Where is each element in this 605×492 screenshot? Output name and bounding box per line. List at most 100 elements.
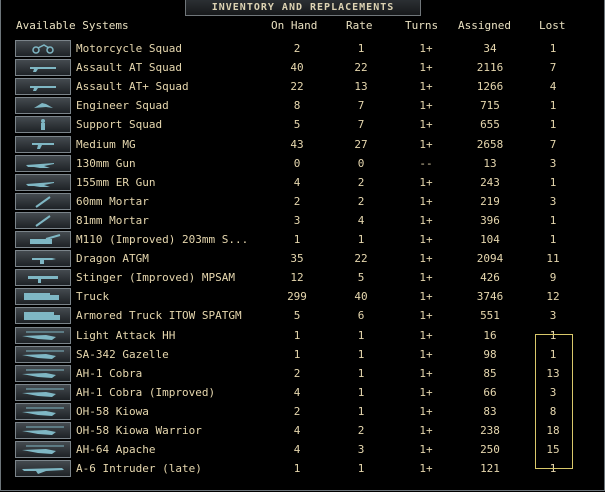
system-row[interactable]: Assault AT Squad 40 22 1+ 2116 7 (0, 58, 605, 77)
system-row[interactable]: AH-64 Apache 4 3 1+ 250 15 (0, 440, 605, 459)
lost-value: 3 (549, 194, 557, 208)
turns-value: 1+ (419, 404, 433, 418)
assigned-value: 3746 (476, 290, 504, 304)
assigned-value: 2094 (476, 252, 504, 266)
col-assigned: Assigned (458, 19, 511, 32)
col-available-systems: Available Systems (16, 19, 129, 32)
assigned-value: 85 (483, 366, 497, 380)
system-row[interactable]: 155mm ER Gun 4 2 1+ 243 1 (0, 173, 605, 192)
armored-truck-icon[interactable] (15, 307, 71, 325)
system-row[interactable]: OH-58 Kiowa 2 1 1+ 83 8 (0, 402, 605, 421)
lost-value: 1 (549, 99, 557, 113)
assigned-value: 34 (483, 42, 497, 55)
system-row[interactable]: AH-1 Cobra (Improved) 4 1 1+ 66 3 (0, 383, 605, 402)
mortar-icon[interactable] (15, 192, 71, 210)
helicopter-icon[interactable] (15, 364, 71, 382)
assigned-value: 243 (480, 175, 500, 189)
helicopter-icon[interactable] (15, 441, 71, 459)
system-row[interactable]: Engineer Squad 8 7 1+ 715 1 (0, 96, 605, 115)
system-row[interactable]: 81mm Mortar 3 4 1+ 396 1 (0, 211, 605, 230)
helicopter-icon[interactable] (15, 326, 71, 344)
turns-value: 1+ (419, 328, 433, 342)
turns-value: 1+ (419, 99, 433, 113)
system-row[interactable]: A-6 Intruder (late) 1 1 1+ 121 1 (0, 459, 605, 478)
on-hand-value: 4 (293, 424, 301, 437)
system-row[interactable]: Assault AT+ Squad 22 13 1+ 1266 4 (0, 77, 605, 96)
rate-value: 1 (357, 347, 365, 361)
assigned-value: 13 (483, 156, 497, 170)
lost-value: 7 (549, 137, 557, 151)
system-row[interactable]: Light Attack HH 1 1 1+ 16 1 (0, 326, 605, 345)
helicopter-icon[interactable] (15, 383, 71, 401)
lost-highlight-box (535, 334, 573, 469)
on-hand-value: 3 (293, 213, 301, 227)
system-row[interactable]: SA-342 Gazelle 1 1 1+ 98 1 (0, 345, 605, 364)
turns-value: 1+ (419, 443, 433, 457)
system-row[interactable]: 130mm Gun 0 0 -- 13 3 (0, 154, 605, 173)
helicopter-icon[interactable] (15, 402, 71, 420)
system-row[interactable]: Stinger (Improved) MPSAM 12 5 1+ 426 9 (0, 268, 605, 287)
lost-value: 1 (549, 175, 557, 189)
motorcycle-icon[interactable] (15, 40, 71, 57)
turns-value: 1+ (419, 290, 433, 304)
rifle-icon[interactable] (15, 59, 71, 77)
on-hand-value: 1 (293, 233, 301, 246)
system-row[interactable]: OH-58 Kiowa Warrior 4 2 1+ 238 18 (0, 421, 605, 440)
system-row[interactable]: Motorcycle Squad 2 1 1+ 34 1 (0, 39, 605, 58)
on-hand-value: 4 (293, 175, 301, 189)
mortar-icon[interactable] (15, 211, 71, 229)
rate-value: 2 (357, 194, 365, 208)
helicopter-icon[interactable] (15, 422, 71, 439)
atgm-icon[interactable] (15, 250, 71, 268)
rate-value: 1 (357, 328, 365, 342)
helicopter-icon[interactable] (15, 345, 71, 363)
system-row[interactable]: AH-1 Cobra 2 1 1+ 85 13 (0, 364, 605, 383)
assigned-value: 2116 (476, 61, 504, 75)
window-title: INVENTORY AND REPLACEMENTS (185, 0, 421, 16)
lost-value: 1 (549, 233, 557, 246)
assigned-value: 250 (480, 443, 500, 457)
turns-value: 1+ (419, 42, 433, 55)
on-hand-value: 22 (290, 80, 304, 94)
turns-value: 1+ (419, 80, 433, 94)
on-hand-value: 4 (293, 443, 301, 457)
assigned-value: 16 (483, 328, 497, 342)
system-name: SA-342 Gazelle (76, 347, 169, 361)
on-hand-value: 2 (293, 366, 301, 380)
lost-value: 9 (549, 271, 557, 285)
system-row[interactable]: Truck 299 40 1+ 3746 12 (0, 287, 605, 306)
system-name: Dragon ATGM (76, 252, 149, 266)
on-hand-value: 2 (293, 194, 301, 208)
on-hand-value: 0 (293, 156, 301, 170)
turns-value: 1+ (419, 462, 433, 476)
jet-aircraft-icon[interactable] (15, 460, 71, 478)
system-name: Assault AT Squad (76, 61, 182, 75)
system-row[interactable]: Support Squad 5 7 1+ 655 1 (0, 115, 605, 134)
on-hand-value: 1 (293, 347, 301, 361)
system-name: 81mm Mortar (76, 213, 149, 227)
rate-value: 7 (357, 118, 365, 132)
system-row[interactable]: Medium MG 43 27 1+ 2658 7 (0, 135, 605, 154)
turns-value: -- (419, 156, 433, 170)
missile-launcher-icon[interactable] (15, 269, 71, 287)
col-turns: Turns (405, 19, 439, 32)
system-name: OH-58 Kiowa (76, 404, 149, 418)
system-row[interactable]: 60mm Mortar 2 2 1+ 219 3 (0, 192, 605, 211)
rate-value: 22 (354, 61, 368, 75)
self-propelled-gun-icon[interactable] (15, 231, 71, 248)
artillery-gun-icon[interactable] (15, 173, 71, 191)
soldier-icon[interactable] (15, 116, 71, 134)
truck-icon[interactable] (15, 288, 71, 306)
system-name: Truck (76, 290, 110, 304)
system-row[interactable]: Dragon ATGM 35 22 1+ 2094 11 (0, 249, 605, 268)
turns-value: 1+ (419, 233, 433, 246)
system-row[interactable]: M110 (Improved) 203mm S... 1 1 1+ 104 1 (0, 230, 605, 249)
machine-gun-icon[interactable] (15, 135, 71, 153)
artillery-gun-icon[interactable] (15, 154, 71, 172)
rifle-icon[interactable] (15, 78, 71, 96)
turns-value: 1+ (419, 385, 433, 399)
system-name: Stinger (Improved) MPSAM (76, 271, 235, 285)
rate-value: 6 (357, 309, 365, 323)
system-row[interactable]: Armored Truck ITOW SPATGM 5 6 1+ 551 3 (0, 306, 605, 325)
engineer-icon[interactable] (15, 97, 71, 115)
